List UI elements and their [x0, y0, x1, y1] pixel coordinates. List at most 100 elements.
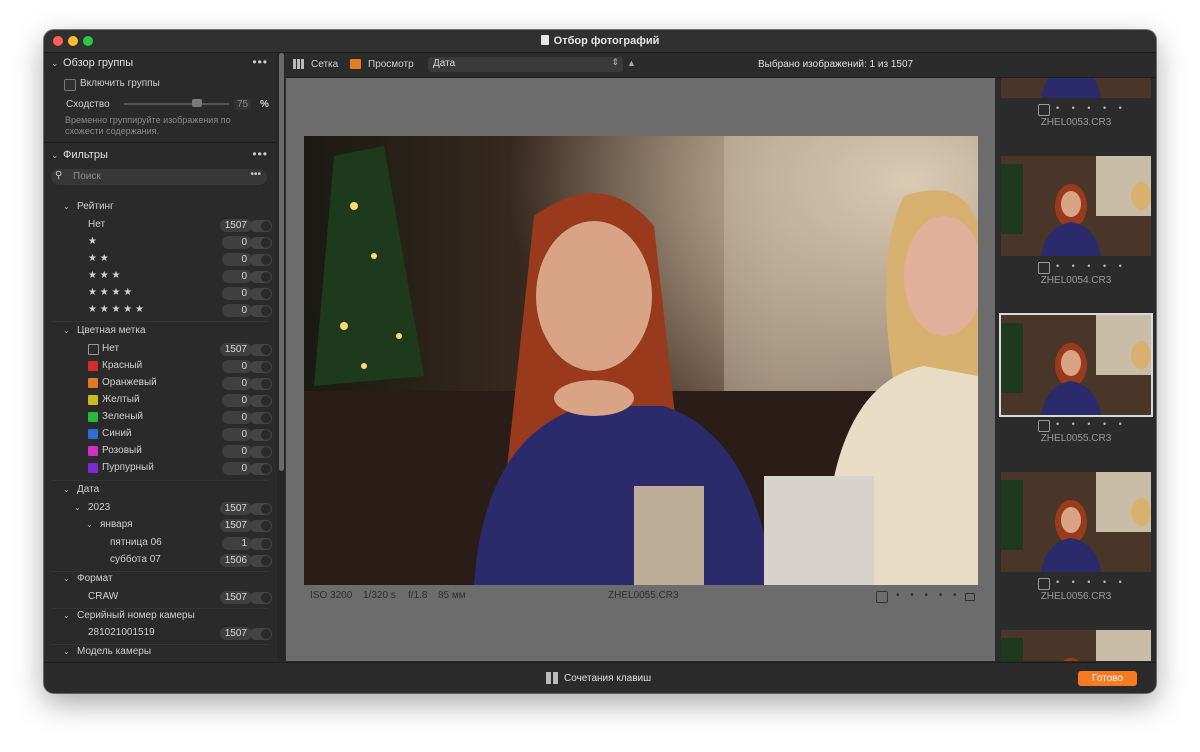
similarity-slider-track[interactable]	[124, 103, 229, 105]
select-checkbox[interactable]	[876, 591, 888, 603]
filter-toggle[interactable]	[250, 378, 272, 390]
thumbnail[interactable]	[1001, 78, 1151, 98]
filter-toggle[interactable]	[250, 429, 272, 441]
keyboard-shortcuts-button[interactable]: Сочетания клавиш	[564, 673, 651, 684]
color-swatch-red	[88, 361, 98, 371]
thumbnail-selected[interactable]	[999, 313, 1153, 417]
format-row[interactable]: CRAW 1507	[44, 589, 276, 606]
filter-toggle[interactable]	[250, 446, 272, 458]
similarity-slider-knob[interactable]	[192, 99, 202, 107]
color-label-section-header[interactable]: ⌄ Цветная метка	[44, 323, 276, 340]
preview-view-button[interactable]: Просмотр	[368, 59, 414, 70]
sort-select[interactable]: Дата ⇕	[428, 57, 623, 72]
more-icon[interactable]: •••	[252, 147, 268, 161]
keyboard-shortcuts-icon[interactable]	[546, 672, 558, 684]
filter-toggle[interactable]	[250, 237, 272, 249]
group-overview-header[interactable]: ⌄ Обзор группы •••	[44, 55, 276, 73]
select-checkbox[interactable]	[1038, 104, 1050, 116]
more-icon[interactable]: •••	[252, 55, 268, 69]
color-label: Оранжевый	[102, 377, 157, 388]
color-label-row[interactable]: Оранжевый 0	[44, 375, 276, 392]
rating-dots[interactable]: • • • • •	[1056, 577, 1127, 587]
rating-title: Рейтинг	[77, 201, 114, 212]
thumbnail[interactable]	[1001, 472, 1151, 572]
color-label-row[interactable]: Розовый 0	[44, 443, 276, 460]
filter-toggle[interactable]	[250, 538, 272, 550]
similarity-unit: %	[260, 99, 269, 110]
main-photo[interactable]	[304, 136, 978, 585]
rating-row[interactable]: ★ ★ 0	[44, 251, 276, 268]
similarity-label: Сходство	[66, 99, 110, 110]
color-label-row[interactable]: Желтый 0	[44, 392, 276, 409]
date-year-row[interactable]: ⌄ 2023 1507	[44, 500, 276, 517]
rating-row[interactable]: ★ ★ ★ 0	[44, 268, 276, 285]
color-label: Розовый	[102, 445, 142, 456]
filter-search-input[interactable]: ⚲ Поиск •••	[51, 169, 267, 185]
filter-toggle[interactable]	[250, 395, 272, 407]
rating-dots[interactable]: • • • • •	[896, 590, 961, 601]
rating-row[interactable]: Нет 1507	[44, 217, 276, 234]
color-label-row[interactable]: Синий 0	[44, 426, 276, 443]
thumbnail-filename: ZHEL0054.CR3	[1040, 275, 1112, 286]
grid-icon[interactable]	[293, 59, 304, 69]
serial-row[interactable]: 281021001519 1507	[44, 625, 276, 642]
model-section-header[interactable]: ⌄ Модель камеры	[44, 644, 276, 661]
serial-section-header[interactable]: ⌄ Серийный номер камеры	[44, 608, 276, 625]
done-button[interactable]: Готово	[1078, 671, 1137, 686]
count-badge: 1507	[219, 519, 252, 532]
rating-dots[interactable]: • • • • •	[1056, 419, 1127, 429]
filter-toggle[interactable]	[250, 271, 272, 283]
filter-toggle[interactable]	[250, 628, 272, 640]
preview-icon[interactable]	[350, 59, 361, 69]
color-label-row[interactable]: Пурпурный 0	[44, 460, 276, 477]
filters-header[interactable]: ⌄ Фильтры •••	[44, 147, 276, 165]
count-badge: 0	[222, 360, 252, 373]
sidebar-scrollbar[interactable]	[277, 53, 285, 661]
filter-toggle[interactable]	[250, 288, 272, 300]
date-day-row[interactable]: пятница 06 1	[44, 535, 276, 552]
rating-dots[interactable]: • • • • •	[1056, 103, 1127, 113]
scrollbar-thumb[interactable]	[279, 53, 284, 471]
rating-row[interactable]: ★ ★ ★ ★ ★ 0	[44, 302, 276, 319]
grid-view-button[interactable]: Сетка	[311, 59, 338, 70]
rating-label: ★	[88, 236, 97, 247]
thumbnail-filename: ZHEL0055.CR3	[1040, 433, 1112, 444]
filter-toggle[interactable]	[250, 520, 272, 532]
enable-groups-checkbox[interactable]	[64, 79, 76, 91]
search-icon: ⚲	[55, 170, 63, 181]
filter-toggle[interactable]	[250, 412, 272, 424]
date-month-row[interactable]: ⌄ января 1507	[44, 517, 276, 534]
select-checkbox[interactable]	[1038, 578, 1050, 590]
count-badge: 1507	[219, 591, 252, 604]
thumbnail[interactable]	[1001, 630, 1151, 661]
date-section-header[interactable]: ⌄ Дата	[44, 482, 276, 499]
filter-toggle[interactable]	[250, 503, 272, 515]
filter-toggle[interactable]	[250, 463, 272, 475]
count-badge: 1507	[219, 502, 252, 515]
filter-toggle[interactable]	[250, 592, 272, 604]
select-checkbox[interactable]	[1038, 262, 1050, 274]
similarity-value[interactable]: 75	[234, 99, 252, 110]
date-day-row[interactable]: суббота 07 1506	[44, 552, 276, 569]
info-icon[interactable]	[965, 593, 975, 601]
filter-toggle[interactable]	[250, 220, 272, 232]
filter-toggle[interactable]	[250, 305, 272, 317]
rating-row[interactable]: ★ ★ ★ ★ 0	[44, 285, 276, 302]
rating-section-header[interactable]: ⌄ Рейтинг	[44, 199, 276, 216]
rating-dots[interactable]: • • • • •	[1056, 261, 1127, 271]
selection-count: Выбрано изображений: 1 из 1507	[758, 59, 914, 70]
color-label-row[interactable]: Зеленый 0	[44, 409, 276, 426]
thumbnail[interactable]	[1001, 156, 1151, 256]
filter-toggle[interactable]	[250, 555, 272, 567]
color-label-row[interactable]: Нет 1507	[44, 341, 276, 358]
rating-row[interactable]: ★ 0	[44, 234, 276, 251]
color-label-row[interactable]: Красный 0	[44, 358, 276, 375]
more-icon[interactable]: •••	[250, 169, 261, 180]
filter-toggle[interactable]	[250, 254, 272, 266]
filter-toggle[interactable]	[250, 361, 272, 373]
format-section-header[interactable]: ⌄ Формат	[44, 571, 276, 588]
group-overview-title: Обзор группы	[63, 57, 134, 69]
filter-toggle[interactable]	[250, 344, 272, 356]
select-checkbox[interactable]	[1038, 420, 1050, 432]
sort-direction-icon[interactable]: ▲	[627, 58, 636, 68]
